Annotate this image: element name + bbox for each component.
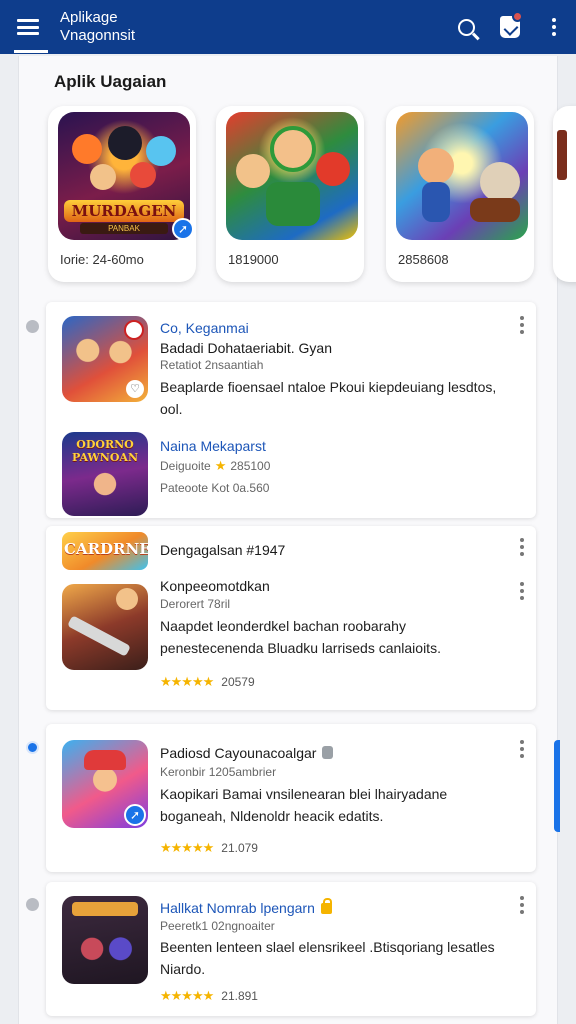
app-title: Aplikage Vnagonnsit (60, 9, 135, 45)
app-title[interactable]: Konpeeomotdkan (160, 578, 270, 594)
featured-meta: 1819000 (228, 252, 279, 267)
featured-card[interactable]: 1819000 (216, 106, 364, 282)
rating-stars: ★★★★★ (160, 988, 214, 1003)
app-meta-secondary: Pateoote Kot 0a.560 (160, 481, 270, 495)
app-icon[interactable]: ODORNO PAWNOAN (62, 432, 148, 516)
app-meta: Retatiot 2nsaantiah (160, 358, 264, 372)
featured-banner-sub: PANBAK (80, 223, 168, 234)
more-options-icon[interactable] (520, 896, 524, 914)
app-description: Beenten lenteen slael elensrikeel .Btisq… (160, 939, 495, 977)
app-rating: ★★★★★ 21.891 (160, 988, 258, 1004)
more-options-icon[interactable] (520, 582, 524, 600)
featured-game-art: MURDAGEN PANBAK (58, 112, 190, 240)
search-icon[interactable] (444, 0, 488, 54)
side-panel-handle[interactable] (554, 740, 560, 832)
app-title[interactable]: Hallkat Nomrab lpengarn (160, 898, 332, 916)
app-title[interactable]: Co, Keganmai (160, 320, 249, 336)
app-rating: ★★★★★ 20579 (160, 674, 255, 690)
app-title[interactable]: Dengagalsan #1947 (160, 542, 285, 558)
section-marker (26, 898, 39, 911)
app-icon[interactable]: CARDRNE (62, 532, 148, 570)
app-icon[interactable] (62, 896, 148, 984)
rating-stars: ★★★★★ (160, 840, 214, 855)
app-meta: Keronbir 1205ambrier (160, 765, 277, 779)
rating-stars: ★★★★★ (160, 674, 214, 689)
app-icon[interactable] (62, 584, 148, 670)
app-rating: ★★★★★ 21.079 (160, 840, 258, 856)
app-meta: Derorert 78ril (160, 597, 231, 611)
more-options-icon[interactable] (520, 316, 524, 334)
featured-meta: Iorie: 24-60mo (60, 252, 144, 267)
download-icon[interactable]: ➚ (172, 218, 194, 240)
favorite-icon[interactable]: ♡ (126, 380, 144, 398)
section-marker (26, 320, 39, 333)
app-meta: Deiguoite ★ 285100 (160, 458, 270, 474)
app-description: Beaplarde fioensael ntaloe Pkoui kiepdeu… (160, 379, 497, 417)
star-icon: ★ (214, 458, 227, 473)
rating-count: 21.079 (221, 841, 258, 855)
app-title-text: Hallkat Nomrab lpengarn (160, 900, 315, 916)
app-title[interactable]: Naina Mekaparst (160, 438, 266, 454)
app-bar: Aplikage Vnagonnsit (0, 0, 576, 54)
store-icon[interactable] (488, 0, 532, 54)
app-title[interactable]: Padiosd Cayounacoalgar (160, 745, 334, 761)
app-meta: Peeretk1 02ngnoaiter (160, 919, 275, 933)
featured-card-peek[interactable] (553, 106, 576, 282)
install-status-icon (124, 320, 144, 340)
notification-dot (512, 11, 523, 22)
app-title-text: Padiosd Cayounacoalgar (160, 745, 317, 761)
app-icon[interactable]: ➚ (62, 740, 148, 828)
verified-badge-icon (322, 746, 334, 759)
menu-icon[interactable] (0, 0, 56, 54)
lock-icon (320, 898, 332, 914)
featured-game-art (226, 112, 358, 240)
featured-meta: 2858608 (398, 252, 449, 267)
featured-game-art (396, 112, 528, 240)
app-subtitle: Badadi Dohataeriabit. Gyan (160, 340, 332, 356)
app-icon-title: CARDRNE (64, 540, 148, 558)
section-title: Aplik Uagaian (54, 72, 167, 91)
featured-card[interactable]: 2858608 (386, 106, 534, 282)
featured-card[interactable]: MURDAGEN PANBAK ➚ Iorie: 24-60mo (48, 106, 196, 282)
app-icon-title: ODORNO PAWNOAN (71, 438, 139, 464)
featured-banner: MURDAGEN (64, 200, 184, 222)
app-title-line-2: Vnagonnsit (60, 27, 136, 44)
app-icon[interactable]: ♡ (62, 316, 148, 402)
app-meta-label: Deiguoite (160, 459, 211, 473)
app-description: Kaopikari Bamai vnsilenearan blei lhairy… (160, 786, 448, 824)
download-icon[interactable]: ➚ (124, 804, 146, 826)
overflow-menu-icon[interactable] (532, 0, 576, 54)
section-marker-active (26, 741, 39, 754)
more-options-icon[interactable] (520, 538, 524, 556)
rating-count: 20579 (221, 675, 255, 689)
rating-count: 21.891 (221, 989, 258, 1003)
app-description: Naapdet leonderdkel bachan roobarahy pen… (160, 618, 441, 656)
more-options-icon[interactable] (520, 740, 524, 758)
app-title-line-1: Aplikage (60, 9, 118, 26)
tab-indicator (14, 50, 48, 53)
app-meta-value: 285100 (230, 459, 271, 473)
